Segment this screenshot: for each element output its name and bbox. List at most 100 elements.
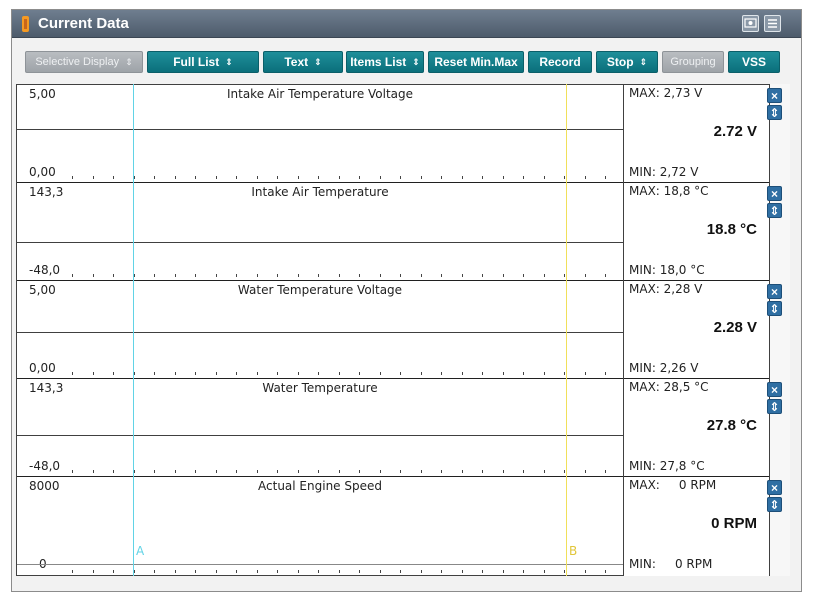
- axis-tick: [195, 372, 196, 375]
- axis-tick: [462, 274, 463, 277]
- record-button[interactable]: Record: [528, 51, 592, 73]
- axis-tick: [298, 372, 299, 375]
- updown-arrow-icon: ⇕: [125, 56, 133, 67]
- settings-icon[interactable]: [742, 15, 759, 32]
- text-label: Text: [284, 55, 309, 69]
- updown-arrow-icon: ⇕: [314, 56, 322, 67]
- axis-tick: [585, 570, 586, 573]
- close-icon[interactable]: ×: [767, 382, 782, 397]
- axis-tick: [257, 176, 258, 179]
- axis-tick: [380, 274, 381, 277]
- cursor-a-line[interactable]: [133, 84, 134, 576]
- axis-tick: [216, 176, 217, 179]
- axis-tick: [175, 470, 176, 473]
- toolbar: Selective Display ⇕ Full List ⇕ Text ⇕ I…: [12, 39, 801, 85]
- axis-tick: [113, 570, 114, 573]
- full-list-button[interactable]: Full List ⇕: [147, 51, 259, 73]
- axis-tick: [544, 470, 545, 473]
- selective-display-button[interactable]: Selective Display ⇕: [25, 51, 143, 73]
- grouping-button[interactable]: Grouping: [662, 51, 724, 73]
- axis-tick: [585, 274, 586, 277]
- divider: [17, 129, 623, 130]
- current-value: 27.8 °C: [706, 417, 757, 434]
- axis-tick: [134, 570, 135, 573]
- max-value: MAX: 18,8 °C: [629, 184, 709, 198]
- axis-tick: [93, 570, 94, 573]
- axis-tick: [72, 274, 73, 277]
- tick-marks: [17, 271, 623, 277]
- axis-tick: [236, 570, 237, 573]
- row-separator: [624, 378, 769, 379]
- axis-tick: [482, 176, 483, 179]
- axis-tick: [400, 372, 401, 375]
- axis-tick: [400, 470, 401, 473]
- axis-tick: [359, 274, 360, 277]
- graph-panel: 143,3 Intake Air Temperature -48,0: [17, 183, 623, 281]
- axis-tick: [359, 176, 360, 179]
- cursor-b-line[interactable]: [566, 84, 567, 576]
- text-button[interactable]: Text ⇕: [263, 51, 343, 73]
- axis-tick: [277, 176, 278, 179]
- axis-tick: [462, 176, 463, 179]
- axis-tick: [154, 470, 155, 473]
- axis-tick: [216, 372, 217, 375]
- axis-tick: [277, 470, 278, 473]
- graph-panel: 8000 Actual Engine Speed 0: [17, 477, 623, 577]
- axis-tick: [277, 372, 278, 375]
- move-icon[interactable]: ⇕: [767, 105, 782, 120]
- axis-tick: [134, 176, 135, 179]
- axis-tick: [72, 570, 73, 573]
- axis-tick: [93, 470, 94, 473]
- axis-tick: [257, 274, 258, 277]
- axis-tick: [544, 570, 545, 573]
- axis-tick: [380, 372, 381, 375]
- close-icon[interactable]: ×: [767, 480, 782, 495]
- axis-tick: [503, 274, 504, 277]
- axis-tick: [441, 372, 442, 375]
- reset-min-max-button[interactable]: Reset Min.Max: [428, 51, 524, 73]
- axis-tick: [380, 470, 381, 473]
- grouping-label: Grouping: [670, 56, 716, 68]
- axis-tick: [523, 176, 524, 179]
- axis-tick: [93, 372, 94, 375]
- current-value: 0 RPM: [711, 515, 757, 532]
- axis-tick: [544, 176, 545, 179]
- move-icon[interactable]: ⇕: [767, 399, 782, 414]
- max-value: MAX: 28,5 °C: [629, 380, 709, 394]
- graph-area[interactable]: 5,00 Intake Air Temperature Voltage 0,00…: [16, 84, 624, 576]
- panel-title: Actual Engine Speed: [258, 479, 382, 493]
- axis-tick: [113, 470, 114, 473]
- min-value: MIN: 2,72 V: [629, 165, 699, 179]
- move-icon[interactable]: ⇕: [767, 497, 782, 512]
- axis-tick: [236, 274, 237, 277]
- move-icon[interactable]: ⇕: [767, 301, 782, 316]
- axis-tick: [339, 372, 340, 375]
- axis-tick: [564, 176, 565, 179]
- tick-marks: [17, 173, 623, 179]
- tick-marks: [17, 467, 623, 473]
- axis-tick: [277, 274, 278, 277]
- row-separator: [624, 280, 769, 281]
- axis-tick: [462, 372, 463, 375]
- axis-tick: [318, 372, 319, 375]
- close-icon[interactable]: ×: [767, 88, 782, 103]
- axis-tick: [298, 570, 299, 573]
- axis-tick: [175, 372, 176, 375]
- axis-tick: [298, 176, 299, 179]
- stop-button[interactable]: Stop ⇕: [596, 51, 658, 73]
- tick-marks: [17, 567, 623, 573]
- vss-button[interactable]: VSS: [728, 51, 780, 73]
- axis-tick: [564, 372, 565, 375]
- axis-tick: [195, 470, 196, 473]
- axis-tick: [421, 176, 422, 179]
- close-icon[interactable]: ×: [767, 186, 782, 201]
- menu-icon[interactable]: [764, 15, 781, 32]
- axis-tick: [400, 570, 401, 573]
- move-icon[interactable]: ⇕: [767, 203, 782, 218]
- items-list-button[interactable]: Items List ⇕: [346, 51, 424, 73]
- title-bar: Current Data: [12, 10, 801, 38]
- panel-title: Intake Air Temperature: [251, 185, 389, 199]
- axis-tick: [441, 470, 442, 473]
- close-icon[interactable]: ×: [767, 284, 782, 299]
- axis-tick: [257, 372, 258, 375]
